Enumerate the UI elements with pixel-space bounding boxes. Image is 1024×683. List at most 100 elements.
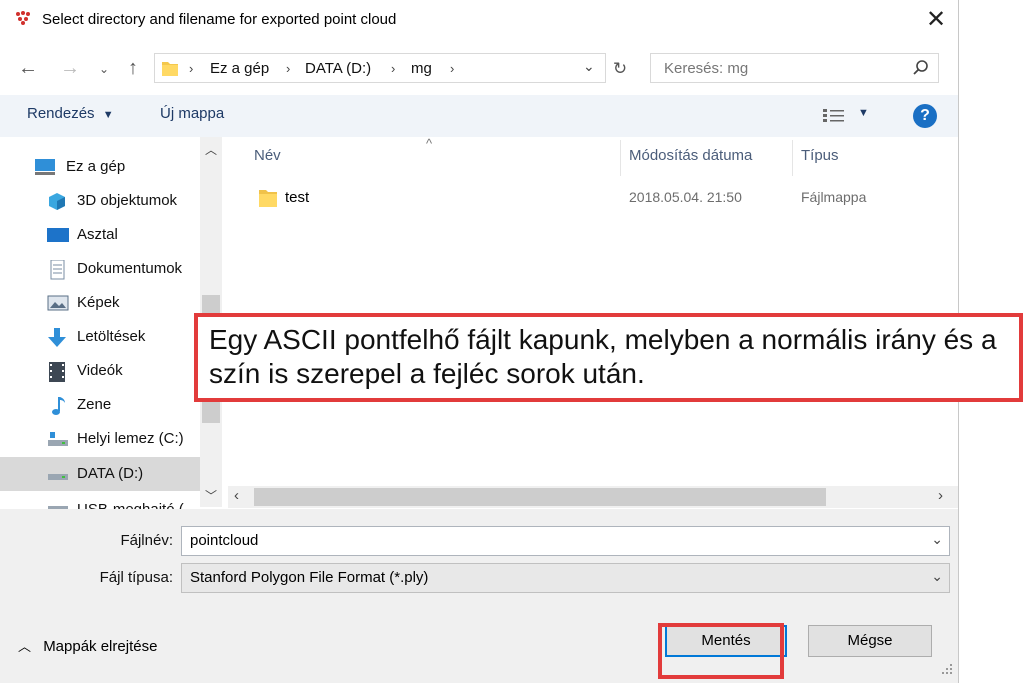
file-date: 2018.05.04. 21:50 (629, 189, 742, 205)
nav-item-documents[interactable]: Dokumentumok (0, 252, 200, 286)
resize-grip-icon[interactable] (940, 662, 954, 676)
column-header-type[interactable]: Típus (801, 147, 839, 164)
video-icon (47, 362, 67, 382)
chevron-right-icon: › (189, 61, 194, 76)
nav-item-3d-objects[interactable]: 3D objektumok (0, 184, 200, 218)
scroll-left-icon[interactable]: ‹ (234, 487, 239, 504)
filename-field[interactable]: pointcloud ⌄ (181, 526, 950, 556)
column-divider (620, 140, 621, 176)
nav-item-label: DATA (D:) (77, 465, 144, 482)
help-icon: ? (920, 107, 930, 124)
chevron-right-icon: › (391, 61, 396, 76)
file-row[interactable]: test 2018.05.04. 21:50 Fájlmappa (240, 180, 958, 216)
close-button[interactable]: ✕ (922, 6, 950, 34)
pc-icon (34, 158, 55, 176)
chevron-right-icon: › (450, 61, 455, 76)
chevron-down-icon[interactable]: ⌄ (931, 531, 943, 548)
organize-menu[interactable]: Rendezés ▼ (27, 105, 114, 122)
file-list-horizontal-scrollbar[interactable]: ‹ › (228, 486, 958, 508)
hide-folders-label: Mappák elrejtése (43, 638, 158, 655)
file-name: test (285, 189, 310, 206)
annotation-callout: Egy ASCII pontfelhő fájlt kapunk, melybe… (194, 313, 1023, 402)
scroll-right-icon[interactable]: › (938, 487, 943, 504)
cancel-button[interactable]: Mégse (808, 625, 932, 657)
hide-folders-toggle[interactable]: ︿ Mappák elrejtése (18, 636, 157, 655)
organize-label: Rendezés (27, 105, 95, 122)
scroll-up-icon[interactable]: ︿ (205, 141, 217, 158)
nav-item-label: Dokumentumok (77, 260, 183, 277)
window-title: Select directory and filename for export… (42, 11, 397, 28)
column-header-name[interactable]: Név (254, 147, 281, 164)
nav-item-music[interactable]: Zene (0, 388, 200, 422)
address-dropdown[interactable]: ⌄ (583, 58, 595, 75)
music-icon (47, 396, 67, 415)
folder-icon (258, 187, 278, 209)
drive-icon (47, 465, 68, 483)
arrow-right-icon: → (60, 57, 80, 79)
desktop-icon (47, 226, 69, 244)
nav-item-videos[interactable]: Videók (0, 354, 200, 388)
close-icon: ✕ (925, 6, 947, 33)
sort-indicator-icon: ^ (426, 136, 433, 151)
details-view-icon (822, 107, 848, 127)
chevron-down-icon: ⌄ (98, 62, 110, 76)
chevron-down-icon[interactable]: ⌄ (931, 568, 943, 585)
drive-icon (47, 430, 68, 448)
save-button-highlight (658, 623, 784, 679)
caret-down-icon: ▼ (858, 107, 869, 119)
help-button[interactable]: ? (913, 104, 937, 128)
navigation-pane: Ez a gép 3D objektumok Asztal Dokumentum… (0, 137, 220, 509)
arrow-left-icon: ← (18, 57, 38, 79)
nav-item-desktop[interactable]: Asztal (0, 218, 200, 252)
nav-item-downloads[interactable]: Letöltések (0, 320, 200, 354)
column-header-date[interactable]: Módosítás dátuma (629, 147, 752, 164)
nav-item-label: Zene (77, 396, 112, 413)
refresh-button[interactable]: ↻ (608, 55, 632, 83)
search-input[interactable]: Keresés: mg (664, 60, 748, 77)
pictures-icon (47, 294, 69, 312)
scrollbar-thumb[interactable] (254, 488, 826, 506)
up-button[interactable]: ↑ (120, 54, 146, 82)
nav-item-pictures[interactable]: Képek (0, 286, 200, 320)
nav-item-data-d[interactable]: DATA (D:) (0, 457, 200, 491)
cube-icon (47, 192, 67, 210)
filetype-value: Stanford Polygon File Format (*.ply) (190, 569, 429, 586)
nav-item-label: Képek (77, 294, 120, 311)
nav-item-label: Ez a gép (66, 158, 126, 175)
address-bar[interactable]: › Ez a gép › DATA (D:) › mg › ⌄ (154, 53, 606, 83)
nav-item-local-disk-c[interactable]: Helyi lemez (C:) (0, 422, 200, 456)
breadcrumb-this-pc[interactable]: Ez a gép (210, 60, 269, 77)
chevron-up-icon: ︿ (18, 639, 32, 654)
folder-icon (161, 59, 179, 77)
chevron-right-icon: › (286, 61, 291, 76)
search-box[interactable]: Keresés: mg (650, 53, 939, 83)
annotation-text: Egy ASCII pontfelhő fájlt kapunk, melybe… (209, 324, 997, 389)
usb-icon (47, 501, 68, 509)
filename-label: Fájlnév: (120, 532, 173, 549)
nav-item-label: 3D objektumok (77, 192, 178, 209)
chevron-down-icon: ⌄ (583, 58, 595, 74)
file-type: Fájlmappa (801, 189, 867, 205)
arrow-up-icon: ↑ (128, 57, 138, 79)
nav-item-label: Helyi lemez (C:) (77, 430, 184, 447)
download-icon (47, 328, 67, 347)
document-icon (47, 259, 67, 280)
new-folder-button[interactable]: Új mappa (160, 105, 224, 122)
back-button[interactable]: ← (14, 54, 42, 82)
caret-down-icon: ▼ (102, 109, 114, 121)
breadcrumb-data-drive[interactable]: DATA (D:) (305, 60, 371, 77)
recent-locations-button[interactable]: ⌄ (96, 55, 112, 83)
nav-item-label: USB-meghajtó ( (77, 501, 184, 509)
refresh-icon: ↻ (612, 59, 628, 78)
column-divider (792, 140, 793, 176)
nav-item-this-pc[interactable]: Ez a gép (0, 150, 200, 184)
nav-item-label: Letöltések (77, 328, 146, 345)
nav-item-usb-drive[interactable]: USB-meghajtó ( (0, 493, 200, 509)
filename-input[interactable]: pointcloud (190, 532, 258, 549)
breadcrumb-mg[interactable]: mg (411, 60, 432, 77)
title-bar: Select directory and filename for export… (0, 0, 958, 42)
forward-button[interactable]: → (56, 54, 84, 82)
view-options-button[interactable]: ▼ (822, 107, 872, 125)
scroll-down-icon[interactable]: ﹀ (205, 487, 217, 504)
filetype-select[interactable]: Stanford Polygon File Format (*.ply) ⌄ (181, 563, 950, 593)
